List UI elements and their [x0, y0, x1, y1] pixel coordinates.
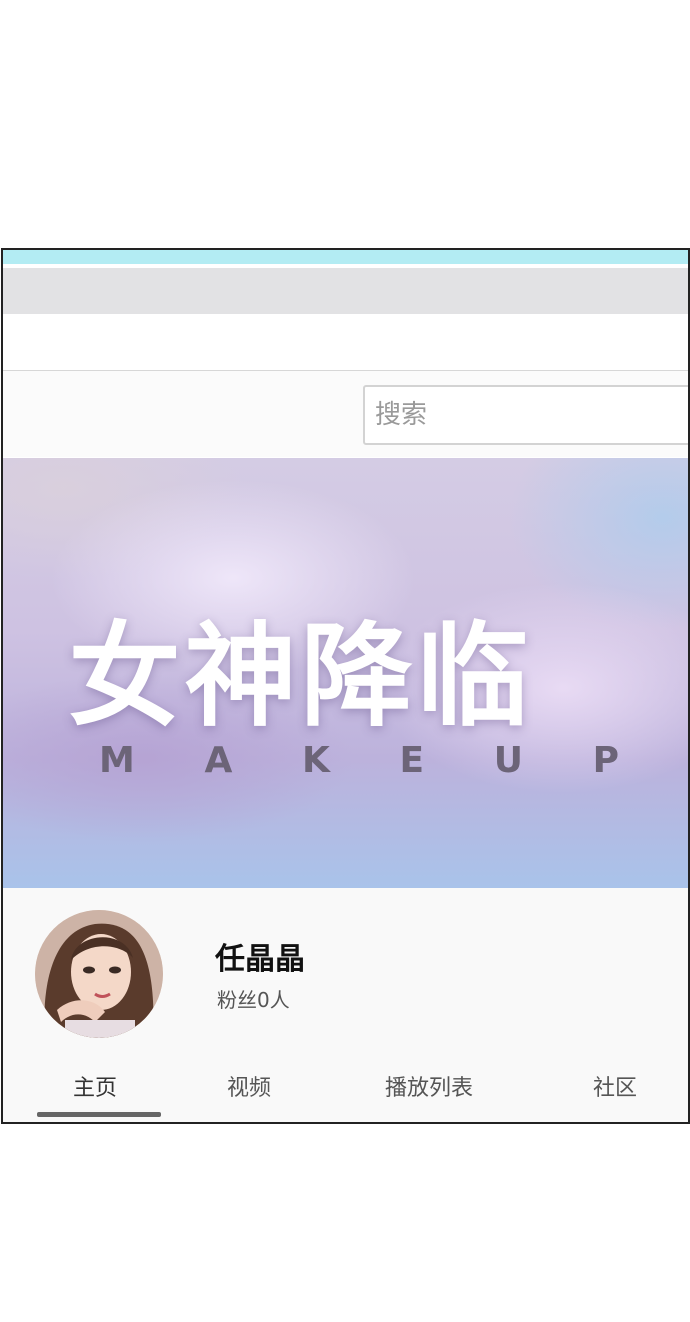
banner-subtitle-letter: M	[99, 740, 135, 781]
banner-subtitle-letter: A	[204, 740, 233, 781]
search-input[interactable]	[365, 387, 688, 443]
top-accent-bar	[3, 250, 688, 264]
nav-strip	[3, 314, 688, 371]
avatar-portrait-icon	[35, 910, 163, 1038]
banner-subtitle-letter: U	[493, 740, 523, 781]
banner-subtitle-letter: P	[592, 740, 619, 781]
channel-name: 任晶晶	[215, 942, 305, 977]
channel-header: 任晶晶 粉丝0人 主页 视频 播放列表 社区	[3, 888, 688, 1122]
banner-subtitle-letter: E	[399, 740, 425, 781]
avatar[interactable]	[35, 910, 163, 1038]
tab-home[interactable]: 主页	[73, 1070, 117, 1102]
banner-title: 女神降临	[68, 612, 533, 742]
tab-videos[interactable]: 视频	[227, 1070, 271, 1102]
browser-frame: 女神降临 M A K E U P	[1, 248, 690, 1124]
active-tab-indicator	[37, 1112, 161, 1117]
banner-subtitle-letter: K	[301, 740, 330, 781]
tab-community[interactable]: 社区	[593, 1070, 637, 1102]
tab-playlists[interactable]: 播放列表	[385, 1070, 473, 1102]
subscriber-count: 粉丝0人	[217, 988, 290, 1012]
address-bar-area	[3, 268, 688, 314]
channel-banner: 女神降临 M A K E U P	[3, 458, 688, 888]
search-toolbar	[3, 371, 688, 457]
search-box[interactable]	[363, 385, 688, 445]
channel-tabs: 主页 视频 播放列表 社区	[3, 1060, 688, 1122]
banner-subtitle: M A K E U P	[99, 740, 619, 781]
